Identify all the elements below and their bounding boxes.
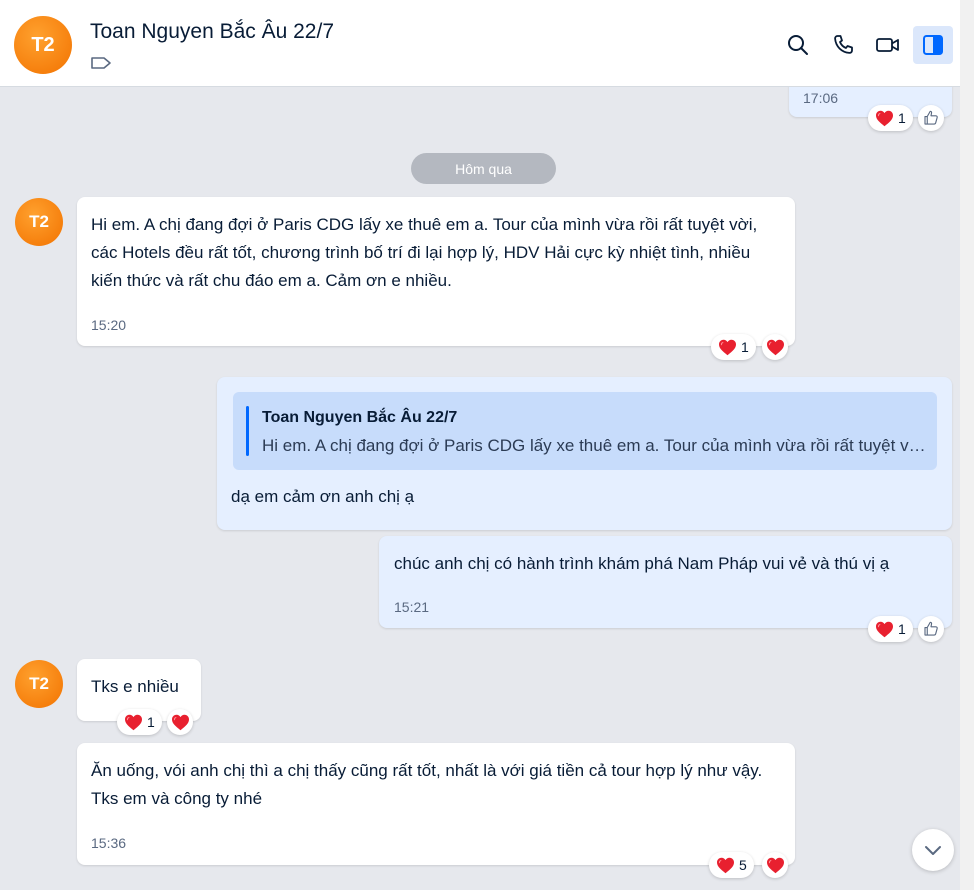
heart-icon (718, 339, 737, 356)
toggle-sidebar-button[interactable] (913, 26, 953, 64)
search-icon (788, 35, 808, 55)
reaction-heart-count[interactable]: 1 (868, 616, 913, 642)
message-text: Hi em. A chị đang đợi ở Paris CDG lấy xe… (91, 215, 758, 290)
outgoing-message-bubble[interactable]: chúc anh chị có hành trình khám phá Nam … (379, 536, 952, 628)
conversation-header: T2 Toan Nguyen Bắc Âu 22/7 (0, 0, 960, 87)
message-time: 15:36 (91, 835, 127, 851)
scrollbar-thumb[interactable] (963, 0, 971, 890)
phone-icon (834, 35, 853, 54)
heart-icon (124, 714, 143, 731)
heart-icon (716, 857, 735, 874)
message-time: 15:20 (91, 317, 127, 333)
heart-icon (875, 110, 894, 127)
avatar[interactable]: T2 (15, 660, 63, 708)
heart-icon (766, 857, 785, 874)
incoming-message-bubble[interactable]: Ăn uống, vói anh chị thì a chị thấy cũng… (77, 743, 795, 865)
chevron-down-icon (925, 846, 941, 855)
reaction-heart-count[interactable]: 1 (711, 334, 756, 360)
tag-icon[interactable] (90, 55, 112, 71)
reaction-count: 1 (898, 110, 906, 126)
message-text: dạ em cảm ơn anh chị ạ (231, 487, 415, 506)
avatar[interactable]: T2 (15, 198, 63, 246)
date-divider: Hôm qua (411, 153, 556, 184)
message-time: 17:06 (803, 90, 839, 106)
conversation-title[interactable]: Toan Nguyen Bắc Âu 22/7 (90, 20, 334, 44)
heart-icon (875, 621, 894, 638)
reaction-heart-count[interactable]: 5 (709, 852, 754, 878)
quote-text: Hi em. A chị đang đợi ở Paris CDG lấy xe… (262, 436, 927, 455)
search-button[interactable] (778, 26, 818, 64)
like-reaction-button[interactable] (918, 105, 944, 131)
message-text: chúc anh chị có hành trình khám phá Nam … (394, 554, 890, 573)
heart-reaction-button[interactable] (762, 852, 788, 878)
incoming-message-bubble[interactable]: Hi em. A chị đang đợi ở Paris CDG lấy xe… (77, 197, 795, 346)
scroll-to-bottom-button[interactable] (912, 829, 954, 871)
reaction-heart-count[interactable]: 1 (868, 105, 913, 131)
video-icon (876, 38, 899, 52)
call-button[interactable] (823, 26, 863, 64)
reaction-count: 1 (898, 621, 906, 637)
reaction-heart-count[interactable]: 1 (117, 709, 162, 735)
heart-reaction-button[interactable] (167, 709, 193, 735)
video-call-button[interactable] (868, 26, 908, 64)
reaction-count: 1 (741, 339, 749, 355)
like-reaction-button[interactable] (918, 616, 944, 642)
thumbs-up-icon (922, 620, 940, 638)
quote-author: Toan Nguyen Bắc Âu 22/7 (262, 409, 458, 426)
avatar[interactable]: T2 (14, 16, 72, 74)
outgoing-message-bubble[interactable]: Toan Nguyen Bắc Âu 22/7 Hi em. A chị đan… (217, 377, 952, 530)
message-text: Ăn uống, vói anh chị thì a chị thấy cũng… (91, 761, 772, 808)
heart-icon (171, 714, 190, 731)
reaction-count: 1 (147, 714, 155, 730)
heart-reaction-button[interactable] (762, 334, 788, 360)
quoted-message[interactable]: Toan Nguyen Bắc Âu 22/7 Hi em. A chị đan… (233, 392, 937, 470)
thumbs-up-icon (922, 109, 940, 127)
heart-icon (766, 339, 785, 356)
reaction-count: 5 (739, 857, 747, 873)
sidebar-toggle-icon (923, 35, 943, 55)
quote-accent-bar (246, 406, 249, 456)
message-text: Tks e nhiều (91, 677, 179, 696)
message-time: 15:21 (394, 599, 430, 615)
scrollbar[interactable] (960, 0, 974, 890)
